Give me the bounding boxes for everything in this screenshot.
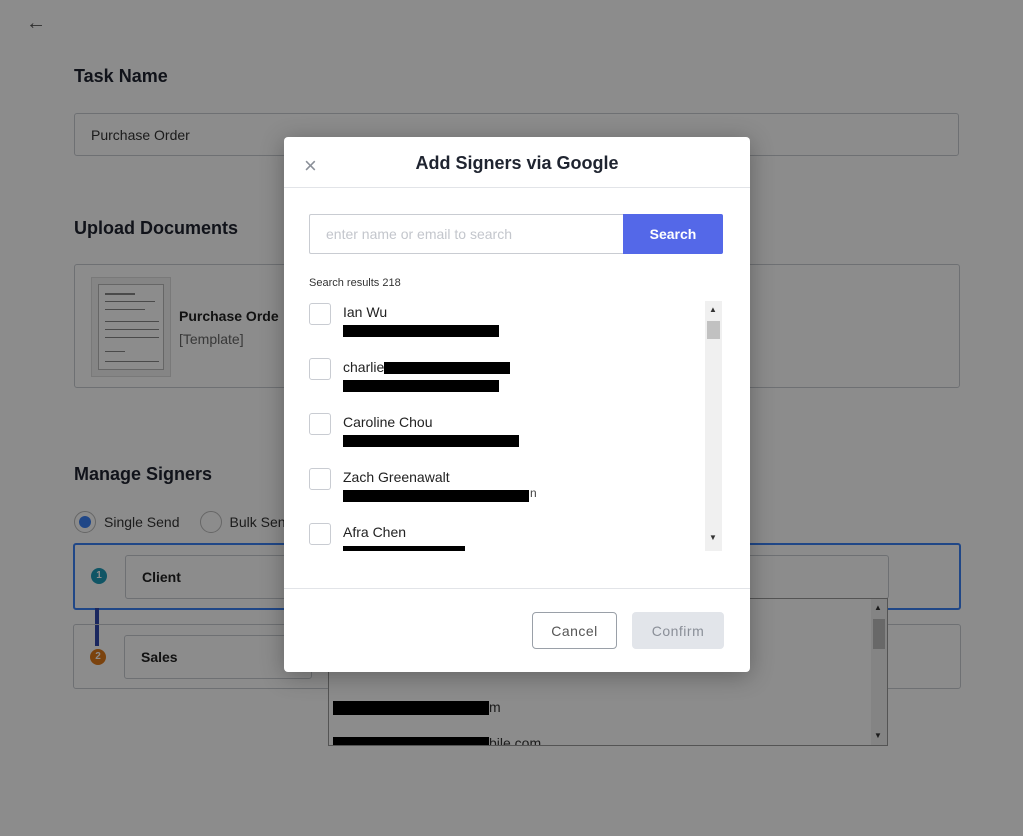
results-list: Ian Wu charlie Caroline Chou Zach Greena…: [304, 297, 724, 551]
result-checkbox[interactable]: [309, 413, 331, 435]
result-name-row: charlie: [343, 359, 511, 375]
cancel-button[interactable]: Cancel: [532, 612, 617, 649]
redacted-text: [384, 362, 511, 375]
result-name: charlie: [343, 359, 385, 375]
redacted-email: [343, 380, 499, 392]
confirm-button[interactable]: Confirm: [632, 612, 724, 649]
result-item[interactable]: charlie: [304, 356, 704, 406]
result-checkbox[interactable]: [309, 303, 331, 325]
result-checkbox[interactable]: [309, 358, 331, 380]
redacted-email: [343, 490, 529, 502]
search-input[interactable]: [309, 214, 624, 254]
result-item[interactable]: Afra Chen: [304, 521, 704, 551]
result-name: Afra Chen: [343, 524, 407, 540]
redacted-email: [343, 546, 465, 551]
modal-title: Add Signers via Google: [415, 153, 619, 173]
redacted-email: [343, 325, 499, 337]
search-button[interactable]: Search: [623, 214, 723, 254]
result-checkbox[interactable]: [309, 523, 331, 545]
email-suffix: n: [530, 486, 537, 500]
result-name: Ian Wu: [343, 304, 388, 320]
scroll-down-icon[interactable]: ▼: [709, 533, 717, 542]
modal-footer-divider: [284, 588, 750, 589]
modal-divider: [284, 187, 750, 188]
scrollbar-thumb[interactable]: [707, 321, 720, 339]
result-item[interactable]: Zach Greenawalt n: [304, 466, 704, 516]
scroll-up-icon[interactable]: ▲: [709, 305, 717, 314]
results-scrollbar[interactable]: ▲ ▼: [705, 301, 722, 551]
add-signers-modal: × Add Signers via Google Search Search r…: [284, 137, 750, 672]
result-name: Caroline Chou: [343, 414, 433, 430]
result-item[interactable]: Caroline Chou: [304, 411, 704, 461]
result-item[interactable]: Ian Wu: [304, 301, 704, 351]
redacted-email: [343, 435, 519, 447]
results-count: Search results 218: [309, 277, 401, 289]
result-checkbox[interactable]: [309, 468, 331, 490]
result-name: Zach Greenawalt: [343, 469, 450, 485]
